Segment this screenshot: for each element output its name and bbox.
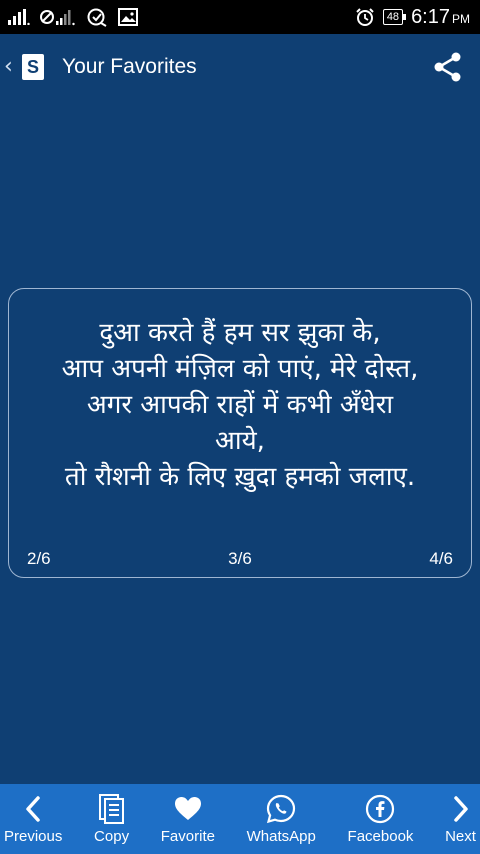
no-signal-icon <box>40 8 76 26</box>
app-bar: ‹ S Your Favorites <box>0 34 480 100</box>
app-logo-icon[interactable]: S <box>22 54 44 80</box>
quote-line: अगर आपकी राहों में कभी अँधेरा <box>86 390 394 420</box>
status-bar: 48 6:17 PM <box>0 0 480 34</box>
battery-icon: 48 <box>382 9 407 25</box>
back-chevron-icon[interactable]: ‹ <box>4 56 18 78</box>
current-page-indicator: 3/6 <box>228 549 252 568</box>
chevron-right-icon <box>451 792 471 826</box>
facebook-button[interactable]: Facebook <box>347 784 414 854</box>
heart-icon <box>174 792 202 826</box>
copy-button[interactable]: Copy <box>94 784 129 854</box>
quote-line: आप अपनी मंज़िल को पाएं, मेरे दोस्त, <box>61 354 419 384</box>
whatsapp-button[interactable]: WhatsApp <box>247 784 316 854</box>
alarm-icon <box>355 7 375 27</box>
data-sync-icon <box>86 7 108 27</box>
facebook-label: Facebook <box>347 828 414 845</box>
whatsapp-label: WhatsApp <box>246 828 316 845</box>
previous-label: Previous <box>4 828 63 845</box>
quote-line: तो रौशनी के लिए ख़ुदा हमको जलाए. <box>64 462 416 492</box>
facebook-icon <box>364 792 396 826</box>
whatsapp-icon <box>265 792 297 826</box>
previous-button[interactable]: Previous <box>4 784 62 854</box>
quote-line: आये, <box>215 426 265 456</box>
share-icon <box>434 52 461 82</box>
bottom-action-bar: Previous Copy Favorite WhatsApp Facebook… <box>0 784 480 854</box>
copy-label: Copy <box>94 828 130 845</box>
next-label: Next <box>445 828 476 845</box>
quote-line: दुआ करते हैं हम सर झुका के, <box>99 318 381 348</box>
chevron-left-icon <box>23 792 43 826</box>
quote-card: दुआ करते हैं हम सर झुका के, आप अपनी मंज़… <box>8 288 472 578</box>
page-title: Your Favorites <box>62 55 197 78</box>
status-left-icons <box>8 7 138 27</box>
previous-page-link[interactable]: 2/6 <box>27 549 51 569</box>
next-page-link[interactable]: 4/6 <box>429 549 453 569</box>
quote-text: दुआ करते हैं हम सर झुका के, आप अपनी मंज़… <box>9 315 471 495</box>
status-time: 6:17 PM <box>411 5 470 28</box>
favorite-label: Favorite <box>160 828 215 845</box>
share-button[interactable] <box>424 43 472 91</box>
copy-icon <box>98 792 126 826</box>
status-right-icons: 48 6:17 PM <box>355 6 470 29</box>
signal-icon <box>8 9 30 25</box>
next-button[interactable]: Next <box>445 784 476 854</box>
image-icon <box>118 8 138 26</box>
favorite-button[interactable]: Favorite <box>161 784 215 854</box>
